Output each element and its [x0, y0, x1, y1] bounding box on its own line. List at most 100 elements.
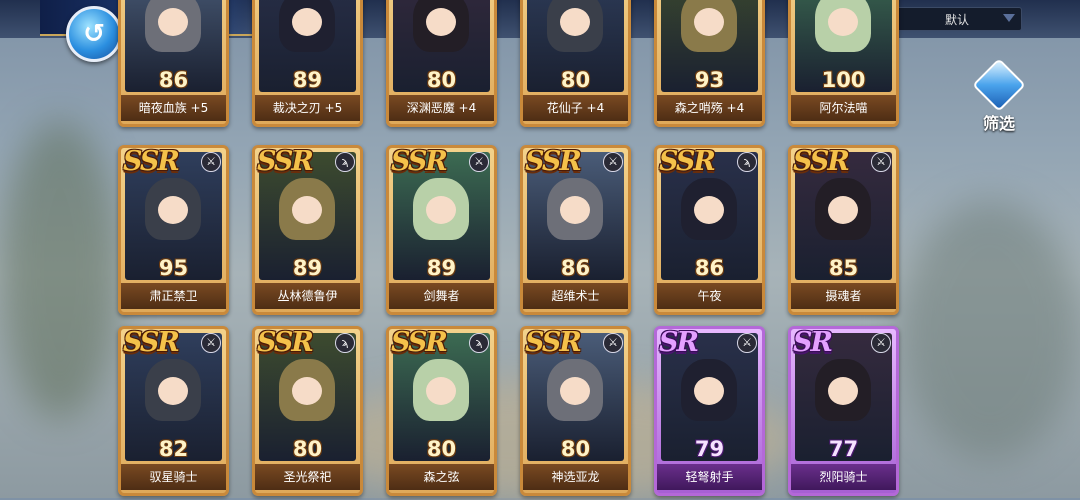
- hero-face: [292, 8, 322, 36]
- swords-icon: ⚔: [201, 333, 221, 353]
- hero-name: 暗夜血族 +5: [121, 95, 226, 121]
- hero-face: [292, 377, 322, 405]
- rarity-badge: SSR: [257, 327, 314, 358]
- swords-icon: ⚔: [871, 152, 891, 172]
- hero-level: 89: [292, 68, 323, 92]
- hero-face: [560, 196, 590, 224]
- rarity-badge: SSR: [391, 146, 448, 177]
- hero-card[interactable]: SSR ⚔ 85 摄魂者: [788, 145, 899, 315]
- rarity-badge: SSR: [525, 146, 582, 177]
- hero-name: 烈阳骑士: [791, 464, 896, 490]
- hero-face: [560, 377, 590, 405]
- staff-icon: ϡ: [469, 333, 489, 353]
- hero-card[interactable]: SSR ⚔ 80 神选亚龙: [520, 326, 631, 496]
- hero-name: 阿尔法喵: [791, 95, 896, 121]
- hero-face: [426, 377, 456, 405]
- hero-name: 剑舞者: [389, 283, 494, 309]
- sort-selected-label: 默认: [945, 13, 970, 27]
- hero-level: 85: [828, 256, 859, 280]
- hero-name: 裁决之刃 +5: [255, 95, 360, 121]
- hero-name: 神选亚龙: [523, 464, 628, 490]
- chevron-down-icon: [1003, 14, 1015, 22]
- hero-card[interactable]: SR ⚔ 77 烈阳骑士: [788, 326, 899, 496]
- rarity-badge: SSR: [659, 146, 716, 177]
- hero-face: [426, 196, 456, 224]
- staff-icon: ϡ: [335, 333, 355, 353]
- hero-card[interactable]: SSR ϡ 86 午夜: [654, 145, 765, 315]
- hero-card[interactable]: SSR ⚔ 95 肃正禁卫: [118, 145, 229, 315]
- hero-level: 100: [821, 68, 866, 92]
- filter-gem-icon: [972, 58, 1026, 112]
- hero-level: 89: [292, 256, 323, 280]
- hero-face: [828, 196, 858, 224]
- rarity-badge: SR: [793, 327, 833, 358]
- back-arrow-icon: ↺: [83, 19, 105, 49]
- hero-name: 丛林德鲁伊: [255, 283, 360, 309]
- hero-level: 80: [560, 437, 591, 461]
- rarity-badge: SSR: [123, 146, 180, 177]
- hero-face: [828, 8, 858, 36]
- hero-name: 森之哨殇 +4: [657, 95, 762, 121]
- hero-face: [560, 8, 590, 36]
- filter-button[interactable]: 筛选: [972, 58, 1026, 133]
- swords-icon: ⚔: [469, 152, 489, 172]
- hero-name: 肃正禁卫: [121, 283, 226, 309]
- rarity-badge: SR: [659, 327, 699, 358]
- hero-name: 摄魂者: [791, 283, 896, 309]
- hero-name: 花仙子 +4: [523, 95, 628, 121]
- hero-level: 80: [560, 68, 591, 92]
- hero-card[interactable]: SSR ⚔ 86 超维术士: [520, 145, 631, 315]
- hero-name: 圣光祭祀: [255, 464, 360, 490]
- staff-icon: ϡ: [737, 152, 757, 172]
- rarity-badge: SSR: [525, 327, 582, 358]
- hero-name: 森之弦: [389, 464, 494, 490]
- hero-name: 轻弩射手: [657, 464, 762, 490]
- hero-face: [694, 377, 724, 405]
- rarity-badge: SSR: [793, 146, 850, 177]
- hero-name: 深渊恶魔 +4: [389, 95, 494, 121]
- hero-card[interactable]: 89 裁决之刃 +5: [252, 0, 363, 127]
- swords-icon: ⚔: [603, 152, 623, 172]
- filter-label: 筛选: [982, 114, 1015, 133]
- hero-level: 77: [828, 437, 859, 461]
- hero-level: 93: [694, 68, 725, 92]
- hero-level: 95: [158, 256, 189, 280]
- rarity-badge: SSR: [123, 327, 180, 358]
- hero-name: 超维术士: [523, 283, 628, 309]
- rarity-badge: SSR: [391, 327, 448, 358]
- hero-level: 86: [694, 256, 725, 280]
- back-button[interactable]: ↺: [66, 6, 122, 62]
- hero-card[interactable]: SSR ϡ 89 丛林德鲁伊: [252, 145, 363, 315]
- staff-icon: ϡ: [335, 152, 355, 172]
- swords-icon: ⚔: [871, 333, 891, 353]
- hero-card[interactable]: 93 森之哨殇 +4: [654, 0, 765, 127]
- hero-card[interactable]: 80深渊恶魔 +4!: [386, 0, 497, 127]
- hero-card[interactable]: 86 暗夜血族 +5: [118, 0, 229, 127]
- hero-card[interactable]: SSR ϡ 80 森之弦: [386, 326, 497, 496]
- hero-level: 80: [292, 437, 323, 461]
- hero-level: 82: [158, 437, 189, 461]
- rarity-badge: SSR: [257, 146, 314, 177]
- swords-icon: ⚔: [737, 333, 757, 353]
- hero-card[interactable]: SR ⚔ 79 轻弩射手: [654, 326, 765, 496]
- sort-dropdown[interactable]: 默认: [896, 7, 1022, 31]
- hero-level: 86: [560, 256, 591, 280]
- hero-card[interactable]: 100 阿尔法喵: [788, 0, 899, 127]
- hero-card[interactable]: SSR ϡ 80 圣光祭祀: [252, 326, 363, 496]
- hero-level: 79: [694, 437, 725, 461]
- hero-level: 80: [426, 68, 457, 92]
- hero-level: 80: [426, 437, 457, 461]
- swords-icon: ⚔: [603, 333, 623, 353]
- hero-face: [292, 196, 322, 224]
- swords-icon: ⚔: [201, 152, 221, 172]
- hero-face: [158, 377, 188, 405]
- hero-card[interactable]: SSR ⚔ 82 驭星骑士: [118, 326, 229, 496]
- hero-name: 驭星骑士: [121, 464, 226, 490]
- hero-level: 89: [426, 256, 457, 280]
- hero-card[interactable]: SSR ⚔ 89 剑舞者: [386, 145, 497, 315]
- hero-face: [694, 196, 724, 224]
- hero-card[interactable]: 80花仙子 +4!: [520, 0, 631, 127]
- hero-face: [828, 377, 858, 405]
- hero-name: 午夜: [657, 283, 762, 309]
- hero-face: [694, 8, 724, 36]
